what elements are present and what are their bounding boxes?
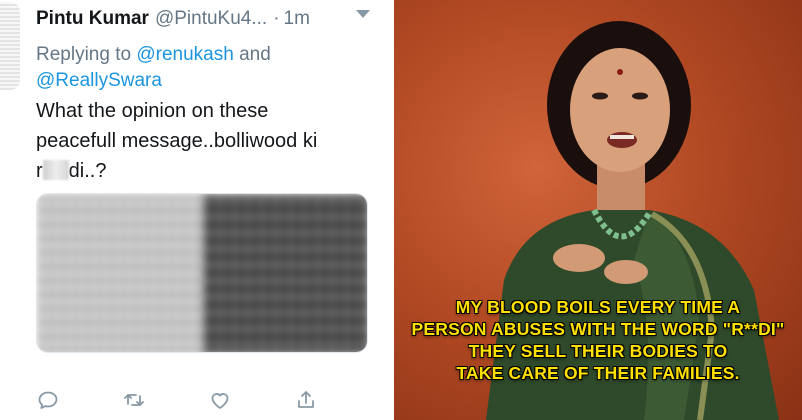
time-separator: · — [273, 8, 280, 29]
attached-media[interactable] — [36, 193, 368, 353]
tweet-text-fragment: r — [36, 160, 43, 182]
avatar[interactable] — [0, 2, 20, 90]
reply-icon[interactable] — [36, 388, 60, 412]
caption-line: MY BLOOD BOILS EVERY TIME A — [455, 297, 741, 317]
caption-line: TAKE CARE OF THEIR FAMILIES. — [456, 363, 740, 383]
user-handle[interactable]: @PintuKu4... — [155, 8, 267, 30]
tweet-header: Pintu Kumar @PintuKu4... · 1m — [36, 8, 376, 38]
tweet-timestamp[interactable]: 1m — [284, 8, 310, 30]
blurred-image-right[interactable] — [203, 194, 367, 352]
tweet-text-line: peacefull message..bolliwood ki — [36, 130, 318, 152]
caption-line: THEY SELL THEIR BODIES TO — [468, 341, 728, 361]
reply-prefix: Replying to — [36, 44, 132, 65]
display-name[interactable]: Pintu Kumar — [36, 8, 149, 30]
reply-conjunction: and — [239, 44, 271, 65]
panel-divider — [386, 0, 394, 420]
chevron-down-icon[interactable] — [356, 10, 370, 18]
share-icon[interactable] — [294, 388, 318, 412]
tweet-actions — [36, 388, 376, 412]
tweet-text-fragment: di..? — [68, 160, 107, 182]
tweet-card: Pintu Kumar @PintuKu4... · 1m Replying t… — [0, 0, 386, 420]
replying-to: Replying to @renukash and @ReallySwara — [36, 42, 376, 94]
video-caption: MY BLOOD BOILS EVERY TIME A PERSON ABUSE… — [394, 296, 802, 384]
retweet-icon[interactable] — [122, 388, 146, 412]
blurred-image-left[interactable] — [37, 194, 207, 352]
mention-link-renukash[interactable]: @renukash — [136, 44, 233, 65]
tweet-text-line: r di..? — [36, 156, 376, 186]
tweet-text: What the opinion on these peacefull mess… — [36, 96, 376, 186]
caption-line: PERSON ABUSES WITH THE WORD "R**DI" — [411, 319, 785, 339]
mention-link-reallyswara[interactable]: @ReallySwara — [36, 70, 162, 91]
video-still: MY BLOOD BOILS EVERY TIME A PERSON ABUSE… — [394, 0, 802, 420]
tweet-text-line: What the opinion on these — [36, 100, 269, 122]
like-icon[interactable] — [208, 388, 232, 412]
blur-redaction — [42, 160, 69, 180]
